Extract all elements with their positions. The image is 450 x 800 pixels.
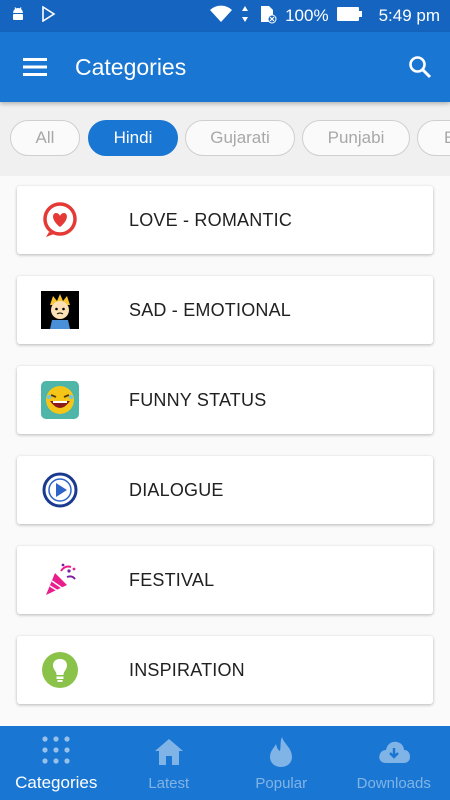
category-label: INSPIRATION [129, 659, 245, 680]
category-card-inspiration[interactable]: INSPIRATION [17, 636, 433, 704]
play-circle-icon [41, 471, 79, 509]
nav-downloads[interactable]: Downloads [338, 726, 450, 800]
nav-categories[interactable]: Categories [0, 726, 113, 800]
nav-label: Downloads [356, 774, 431, 792]
status-bar: 100% 5:49 pm [0, 0, 450, 32]
category-label: SAD - EMOTIONAL [129, 299, 292, 320]
party-popper-icon [41, 561, 79, 599]
heart-chat-icon [41, 201, 79, 239]
chip-hindi[interactable]: Hindi [88, 120, 178, 156]
nav-label: Categories [15, 773, 98, 792]
category-label: FESTIVAL [129, 569, 215, 590]
bottom-navigation: Categories Latest Popular Downloads [0, 726, 450, 800]
wifi-icon [209, 5, 233, 28]
category-card-sad-emotional[interactable]: SAD - EMOTIONAL [17, 276, 433, 344]
grid-dots-icon [40, 733, 72, 767]
chip-gujarati[interactable]: Gujarati [185, 120, 295, 156]
category-card-festival[interactable]: FESTIVAL [17, 546, 433, 614]
nav-label: Popular [255, 774, 308, 792]
category-label: LOVE - ROMANTIC [129, 209, 293, 230]
laughing-face-icon [41, 381, 79, 419]
cloud-download-icon [377, 735, 411, 769]
lightbulb-icon [41, 651, 79, 689]
battery-icon [336, 6, 363, 27]
category-list: LOVE - ROMANTIC SAD - EMOTIONAL FUNNY ST… [0, 176, 450, 726]
language-filter-chips: All Hindi Gujarati Punjabi E [0, 102, 450, 176]
hamburger-menu-icon[interactable] [0, 32, 70, 102]
chip-all[interactable]: All [10, 120, 80, 156]
search-icon[interactable] [390, 32, 450, 102]
sd-card-icon [257, 4, 277, 29]
category-card-dialogue[interactable]: DIALOGUE [17, 456, 433, 524]
category-card-funny-status[interactable]: FUNNY STATUS [17, 366, 433, 434]
sad-boy-icon [41, 291, 79, 329]
status-time: 5:49 pm [378, 6, 440, 25]
android-icon [10, 6, 26, 27]
category-label: FUNNY STATUS [129, 389, 267, 410]
page-title: Categories [75, 53, 187, 80]
category-label: DIALOGUE [129, 479, 224, 500]
nav-latest[interactable]: Latest [113, 726, 226, 800]
data-arrows-icon [241, 5, 249, 28]
home-icon [153, 735, 185, 769]
chip-punjabi[interactable]: Punjabi [302, 120, 410, 156]
category-card-love-romantic[interactable]: LOVE - ROMANTIC [17, 186, 433, 254]
battery-percent: 100% [285, 6, 329, 25]
play-store-icon [40, 5, 56, 27]
app-bar: Categories [0, 32, 450, 102]
nav-popular[interactable]: Popular [225, 726, 338, 800]
flame-icon [268, 735, 294, 769]
nav-label: Latest [148, 774, 190, 792]
chip-partial[interactable]: E [417, 120, 450, 156]
